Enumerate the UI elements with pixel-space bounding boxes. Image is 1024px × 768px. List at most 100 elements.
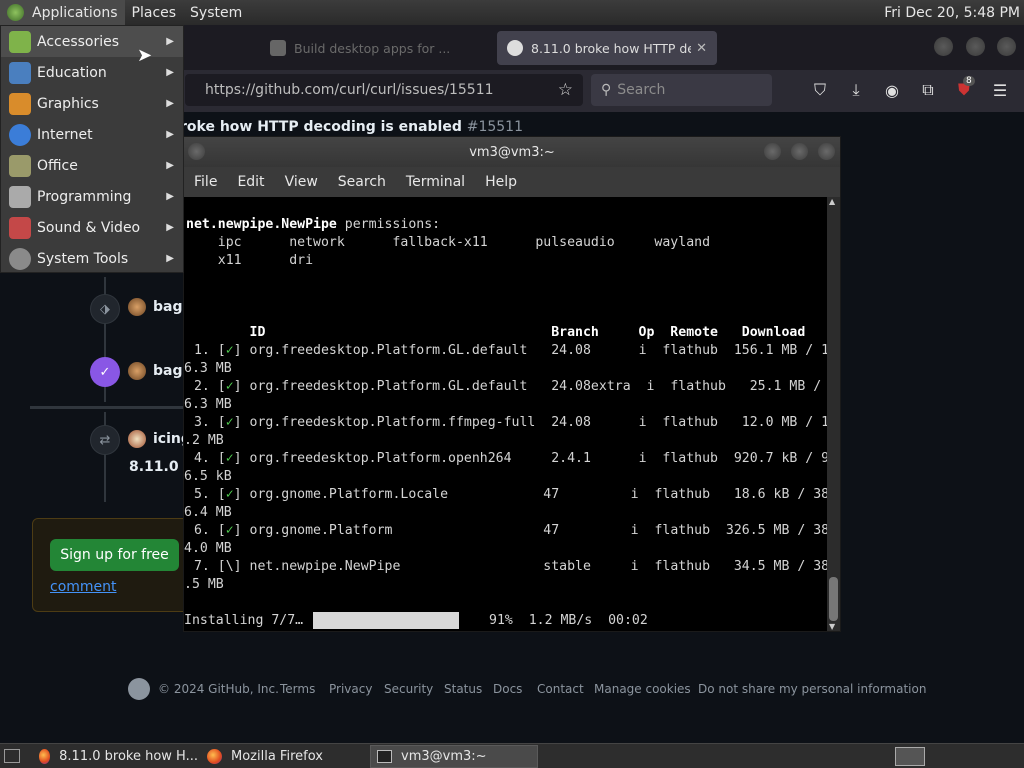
- install-progress-bar: [313, 612, 459, 629]
- footer-link-contact[interactable]: Contact: [537, 682, 584, 696]
- scroll-up-arrow-icon[interactable]: ▲: [829, 197, 835, 206]
- terminal-title: vm3@vm3:~: [469, 144, 555, 160]
- table-row: 6. [✓] org.gnome.Platform 47 i flathub 3…: [186, 522, 827, 540]
- footer-link-do-not-share[interactable]: Do not share my personal information: [698, 682, 926, 696]
- system-menu[interactable]: System: [183, 0, 249, 25]
- menu-item-label: Sound & Video: [37, 219, 141, 236]
- terminal-minimize-button[interactable]: [764, 143, 781, 160]
- scrollbar-thumb[interactable]: [829, 577, 838, 621]
- footer-link-security[interactable]: Security: [384, 682, 433, 696]
- minimize-button[interactable]: [934, 37, 953, 56]
- github-footer: © 2024 GitHub, Inc. Terms Privacy Securi…: [0, 676, 1024, 702]
- system-tools-icon: [9, 247, 31, 270]
- sign-up-button[interactable]: Sign up for free: [50, 539, 179, 571]
- table-row: 5. [✓] org.gnome.Platform.Locale 47 i fl…: [186, 486, 827, 504]
- menu-item-system-tools[interactable]: System Tools ▶: [1, 243, 183, 274]
- hamburger-menu-icon[interactable]: ☰: [990, 80, 1010, 100]
- puzzle-icon: [270, 40, 286, 56]
- menu-item-education[interactable]: Education ▶: [1, 57, 183, 88]
- footer-link-terms[interactable]: Terms: [280, 682, 315, 696]
- terminal-close-button[interactable]: [818, 143, 835, 160]
- timeline-user[interactable]: icing: [128, 430, 191, 448]
- bookmark-star-icon[interactable]: ☆: [558, 80, 573, 100]
- applications-menu[interactable]: Applications: [0, 0, 125, 25]
- terminal-screen[interactable]: net.newpipe.NewPipe permissions: ipc net…: [184, 197, 827, 631]
- label-tag-icon: ⬗: [90, 294, 120, 324]
- terminal-window-menu-button[interactable]: [188, 143, 205, 160]
- distro-logo-icon: [7, 4, 24, 21]
- submenu-arrow-icon: ▶: [166, 191, 174, 202]
- search-icon: ⚲: [601, 82, 612, 98]
- menu-item-programming[interactable]: Programming ▶: [1, 181, 183, 212]
- bottom-taskbar: 8.11.0 broke how H... Mozilla Firefox vm…: [0, 743, 1024, 768]
- footer-link-status[interactable]: Status: [444, 682, 482, 696]
- workspace-switcher[interactable]: [895, 747, 925, 766]
- footer-link-docs[interactable]: Docs: [493, 682, 522, 696]
- menu-item-office[interactable]: Office ▶: [1, 150, 183, 181]
- terminal-menu-search[interactable]: Search: [328, 174, 396, 190]
- terminal-menu-edit[interactable]: Edit: [227, 174, 274, 190]
- comment-link[interactable]: comment: [50, 579, 117, 595]
- footer-link-privacy[interactable]: Privacy: [329, 682, 372, 696]
- table-row-wrap: 6.5 kB: [184, 469, 232, 484]
- applications-dropdown: Accessories ▶ Education ▶ Graphics ▶ Int…: [0, 25, 184, 273]
- task-terminal[interactable]: vm3@vm3:~: [370, 745, 538, 768]
- top-panel: Applications Places System Fri Dec 20, 5…: [0, 0, 1024, 25]
- tab-build-desktop-apps[interactable]: Build desktop apps for ...: [270, 31, 490, 65]
- row-text: ] org.freedesktop.Platform.GL.default 24…: [233, 343, 827, 358]
- tab-github-issue[interactable]: 8.11.0 broke how HTTP dec ✕: [497, 31, 717, 65]
- avatar: [128, 430, 146, 448]
- pocket-icon[interactable]: ⛉: [810, 80, 830, 100]
- row-prefix: 6. [: [186, 523, 226, 538]
- search-bar[interactable]: ⚲ Search: [591, 74, 772, 106]
- task-github-issue[interactable]: 8.11.0 broke how H...: [33, 745, 198, 768]
- show-desktop-button[interactable]: [4, 749, 20, 763]
- education-icon: [9, 61, 31, 84]
- menu-item-accessories[interactable]: Accessories ▶: [1, 26, 183, 57]
- terminal-menu-terminal[interactable]: Terminal: [396, 174, 475, 190]
- submenu-arrow-icon: ▶: [166, 129, 174, 140]
- row-status-mark: ✓: [225, 451, 234, 466]
- clock[interactable]: Fri Dec 20, 5:48 PM: [884, 5, 1024, 21]
- footer-link-manage-cookies[interactable]: Manage cookies: [594, 682, 691, 696]
- menu-item-internet[interactable]: Internet ▶: [1, 119, 183, 150]
- terminal-title-bar[interactable]: vm3@vm3:~: [184, 137, 840, 167]
- table-row: 4. [✓] org.freedesktop.Platform.openh264…: [186, 450, 827, 468]
- submenu-arrow-icon: ▶: [166, 98, 174, 109]
- row-text: ] org.freedesktop.Platform.ffmpeg-full 2…: [233, 415, 827, 430]
- menu-item-graphics[interactable]: Graphics ▶: [1, 88, 183, 119]
- tab-label: Build desktop apps for ...: [294, 40, 451, 56]
- row-status-mark: ✓: [225, 343, 234, 358]
- terminal-maximize-button[interactable]: [791, 143, 808, 160]
- terminal-menu-view[interactable]: View: [275, 174, 328, 190]
- account-icon[interactable]: ◉: [882, 80, 902, 100]
- row-prefix: 5. [: [186, 487, 226, 502]
- check-circle-icon: ✓: [90, 357, 120, 387]
- maximize-button[interactable]: [966, 37, 985, 56]
- github-logo-icon[interactable]: [128, 678, 150, 700]
- close-window-button[interactable]: [997, 37, 1016, 56]
- install-status-right: 91% 1.2 MB/s 00:02: [489, 613, 648, 628]
- avatar: [128, 362, 146, 380]
- terminal-scrollbar[interactable]: ▲ ▼: [827, 197, 840, 631]
- places-menu[interactable]: Places: [125, 0, 184, 25]
- task-mozilla-firefox[interactable]: Mozilla Firefox: [201, 745, 366, 768]
- table-header: ID Branch Op Remote Download: [186, 325, 806, 340]
- row-prefix: 1. [: [186, 343, 226, 358]
- search-placeholder: Search: [617, 82, 666, 98]
- downloads-icon[interactable]: ⤓: [846, 80, 866, 100]
- menu-item-sound-video[interactable]: Sound & Video ▶: [1, 212, 183, 243]
- submenu-arrow-icon: ▶: [166, 222, 174, 233]
- table-row: 7. [\] net.newpipe.NewPipe stable i flat…: [186, 558, 827, 576]
- menu-item-label: Programming: [37, 188, 132, 205]
- terminal-menu-help[interactable]: Help: [475, 174, 527, 190]
- avatar: [128, 298, 146, 316]
- permissions-app-id: net.newpipe.NewPipe: [186, 217, 337, 232]
- terminal-menu-file[interactable]: File: [184, 174, 227, 190]
- scroll-down-arrow-icon[interactable]: ▼: [829, 622, 835, 631]
- close-tab-icon[interactable]: ✕: [696, 41, 707, 56]
- url-bar[interactable]: https://github.com/curl/curl/issues/1551…: [185, 74, 583, 106]
- row-text: ] org.freedesktop.Platform.GL.default 24…: [233, 379, 827, 394]
- extensions-icon[interactable]: ⧉: [918, 80, 938, 100]
- row-prefix: 4. [: [186, 451, 226, 466]
